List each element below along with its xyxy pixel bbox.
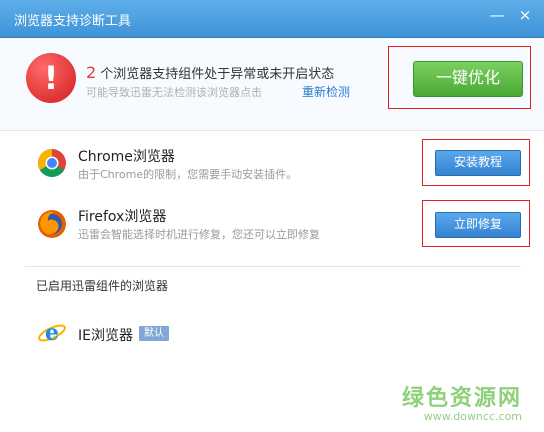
chrome-desc: 由于Chrome的限制，您需要手动安装插件。: [78, 168, 298, 181]
install-guide-button[interactable]: 安装教程: [435, 150, 521, 176]
minimize-button[interactable]: —: [488, 6, 506, 24]
title-bar: 浏览器支持诊断工具 — ×: [0, 0, 544, 38]
watermark: 绿色资源网 www.downcc.com: [402, 380, 522, 423]
default-badge: 默认: [139, 326, 169, 341]
window-title: 浏览器支持诊断工具: [14, 14, 132, 29]
chrome-name: Chrome浏览器: [78, 149, 175, 165]
one-click-optimize-button[interactable]: 一键优化: [413, 61, 523, 97]
section-divider: [25, 266, 521, 267]
chrome-icon: [38, 149, 66, 177]
ie-name: IE浏览器: [78, 328, 133, 344]
close-button[interactable]: ×: [516, 6, 534, 24]
ie-icon: e: [38, 320, 66, 346]
repair-now-button[interactable]: 立即修复: [435, 212, 521, 238]
warning-text: 个浏览器支持组件处于异常或未开启状态: [100, 67, 335, 82]
recheck-link[interactable]: 重新检测: [302, 83, 350, 100]
firefox-desc: 迅雷会智能选择时机进行修复，您还可以立即修复: [78, 228, 320, 241]
warning-subtext: 可能导致迅雷无法检测该浏览器点击: [86, 86, 262, 99]
warning-message: 2 个浏览器支持组件处于异常或未开启状态: [86, 63, 334, 82]
firefox-icon: [38, 210, 66, 238]
svg-text:e: e: [45, 320, 59, 346]
firefox-name: Firefox浏览器: [78, 209, 167, 225]
watermark-text: 绿色资源网: [401, 386, 522, 411]
warning-count: 2: [86, 63, 97, 82]
exclamation-icon: !: [26, 53, 76, 103]
enabled-browsers-heading: 已启用迅雷组件的浏览器: [36, 279, 169, 293]
